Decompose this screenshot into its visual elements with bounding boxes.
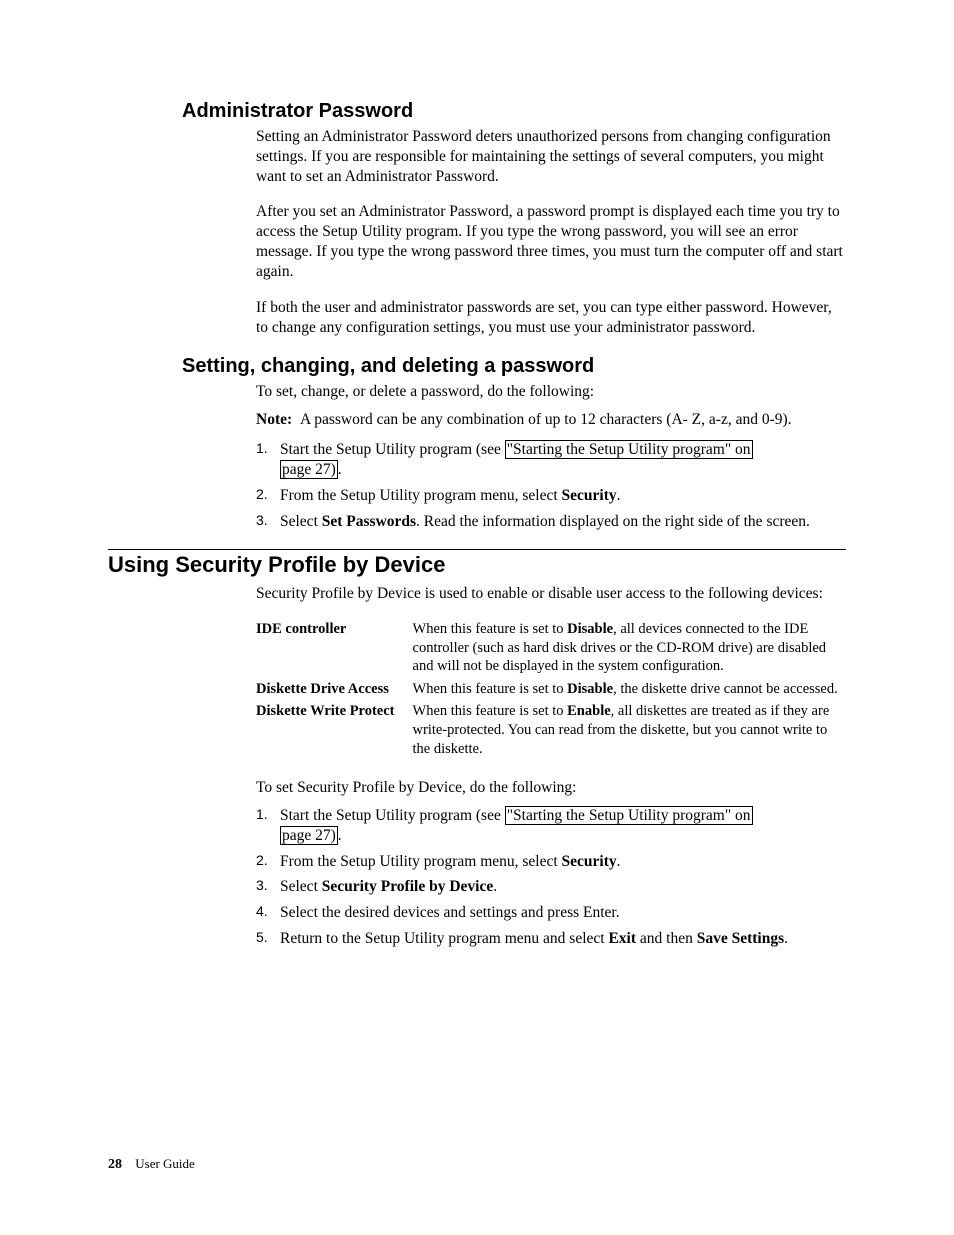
steps-list: Start the Setup Utility program (see "St… [256,806,846,949]
step-text: . [784,930,788,947]
note-text: A password can be any combination of up … [300,410,846,430]
definition-term: Diskette Write Protect [256,702,413,762]
definition-desc: When this feature is set to Disable, all… [413,620,846,680]
step-text: . [338,827,342,844]
step-text: From the Setup Utility program menu, sel… [280,487,562,504]
definition-desc: When this feature is set to Disable, the… [413,680,846,703]
step-text: . [493,878,497,895]
definition-term: Diskette Drive Access [256,680,413,703]
page-footer: 28 User Guide [108,1156,195,1173]
bold-term: Security Profile by Device [322,878,493,895]
cross-reference-link[interactable]: page 27) [280,826,338,845]
definition-row: IDE controller When this feature is set … [256,620,846,680]
step-item: From the Setup Utility program menu, sel… [256,852,846,872]
heading-security-profile: Using Security Profile by Device [108,549,846,578]
definition-row: Diskette Drive Access When this feature … [256,680,846,703]
paragraph: Security Profile by Device is used to en… [256,584,846,604]
page-number: 28 [108,1157,122,1172]
step-text: . [617,853,621,870]
doc-title: User Guide [135,1156,195,1171]
step-text: . [617,487,621,504]
section-setting-password: Setting, changing, and deleting a passwo… [108,355,846,531]
paragraph: If both the user and administrator passw… [256,298,846,338]
note: Note: A password can be any combination … [256,410,846,430]
steps-list: Start the Setup Utility program (see "St… [256,440,846,531]
paragraph: After you set an Administrator Password,… [256,202,846,281]
cross-reference-link[interactable]: "Starting the Setup Utility program" on [505,440,753,459]
step-text: Select [280,878,322,895]
text: When this feature is set to [413,703,568,719]
section-security-profile: Using Security Profile by Device Securit… [108,549,846,948]
text: When this feature is set to [413,681,568,697]
document-page: Administrator Password Setting an Admini… [0,0,954,1235]
step-item: Select Security Profile by Device. [256,877,846,897]
bold-term: Disable [567,681,613,697]
step-text: Select the desired devices and settings … [280,904,620,921]
paragraph: Setting an Administrator Password deters… [256,127,846,186]
step-text: . Read the information displayed on the … [416,513,810,530]
step-text: From the Setup Utility program menu, sel… [280,853,562,870]
body-security-profile: Security Profile by Device is used to en… [256,584,846,948]
step-item: Return to the Setup Utility program menu… [256,929,846,949]
step-text: . [338,461,342,478]
cross-reference-link[interactable]: "Starting the Setup Utility program" on [505,806,753,825]
note-label: Note: [256,410,300,430]
text: , the diskette drive cannot be accessed. [613,681,838,697]
step-item: Start the Setup Utility program (see "St… [256,806,846,846]
step-item: Select Set Passwords. Read the informati… [256,512,846,532]
definition-term: IDE controller [256,620,413,680]
section-admin-password: Administrator Password Setting an Admini… [108,100,846,337]
step-item: Select the desired devices and settings … [256,903,846,923]
body-admin-password: Setting an Administrator Password deters… [256,127,846,337]
step-text: and then [636,930,697,947]
bold-term: Save Settings [697,930,784,947]
paragraph: To set Security Profile by Device, do th… [256,778,846,798]
step-text: Start the Setup Utility program (see [280,441,505,458]
bold-term: Enable [567,703,611,719]
heading-admin-password: Administrator Password [182,100,846,123]
bold-term: Security [562,853,617,870]
body-setting-password: To set, change, or delete a password, do… [256,382,846,531]
definition-list: IDE controller When this feature is set … [256,620,846,762]
step-text: Return to the Setup Utility program menu… [280,930,608,947]
bold-term: Exit [608,930,636,947]
step-text: Select [280,513,322,530]
bold-term: Disable [567,621,613,637]
bold-term: Set Passwords [322,513,416,530]
heading-setting-password: Setting, changing, and deleting a passwo… [182,355,846,378]
cross-reference-link[interactable]: page 27) [280,460,338,479]
step-text: Start the Setup Utility program (see [280,807,505,824]
text: When this feature is set to [413,621,568,637]
definition-desc: When this feature is set to Enable, all … [413,702,846,762]
definition-row: Diskette Write Protect When this feature… [256,702,846,762]
step-item: Start the Setup Utility program (see "St… [256,440,846,480]
step-item: From the Setup Utility program menu, sel… [256,486,846,506]
paragraph: To set, change, or delete a password, do… [256,382,846,402]
bold-term: Security [562,487,617,504]
